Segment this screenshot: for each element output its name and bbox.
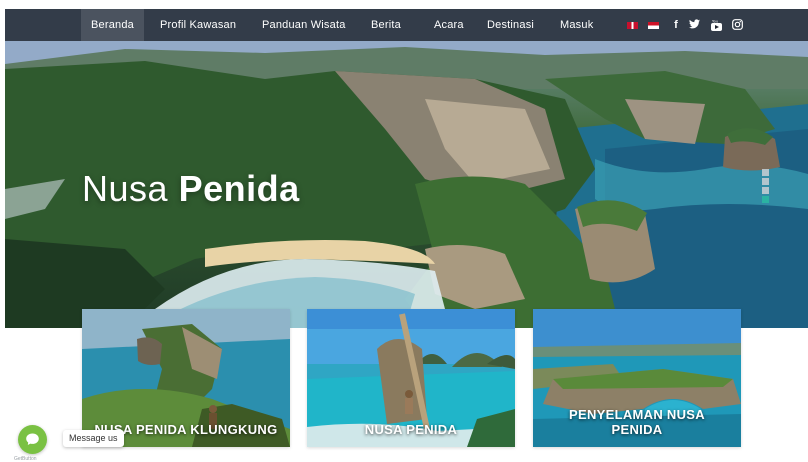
nav-item-berita[interactable]: Berita [361, 9, 411, 41]
instagram-icon[interactable] [731, 19, 743, 31]
getbutton-brand[interactable]: GetButton [14, 456, 37, 462]
main-navbar: Beranda Profil Kawasan Panduan Wisata Be… [5, 9, 808, 41]
twitter-icon[interactable] [688, 19, 700, 31]
svg-text:You: You [712, 20, 718, 24]
nav-item-acara[interactable]: Acara [424, 9, 474, 41]
slider-dots [762, 169, 770, 205]
chat-button[interactable] [18, 425, 47, 454]
hero-title-light: Nusa [82, 168, 169, 209]
card-title: NUSA PENIDA [364, 422, 458, 437]
slider-dot[interactable] [762, 178, 769, 185]
card-title: PENYELAMAN NUSA PENIDA [569, 407, 705, 437]
slider-dot-active[interactable] [762, 196, 769, 203]
nav-item-panduan-wisata[interactable]: Panduan Wisata [252, 9, 356, 41]
facebook-icon[interactable]: f [672, 19, 680, 31]
uk-flag-icon[interactable] [627, 22, 638, 29]
chat-label[interactable]: Message us [63, 430, 124, 447]
slider-dot[interactable] [762, 169, 769, 176]
youtube-icon[interactable]: You [710, 19, 722, 31]
nav-item-beranda[interactable]: Beranda [81, 9, 144, 41]
card-penyelaman-nusa-penida[interactable]: PENYELAMAN NUSA PENIDA [533, 309, 741, 447]
card-nusa-penida-klungkung[interactable]: NUSA PENIDA KLUNGKUNG [82, 309, 290, 447]
nav-item-destinasi[interactable]: Destinasi [477, 9, 544, 41]
chat-bubble-icon [26, 433, 39, 445]
indonesia-flag-icon[interactable] [648, 22, 659, 29]
hero-title: Nusa Penida [82, 168, 300, 210]
slider-dot[interactable] [762, 187, 769, 194]
nav-item-profil-kawasan[interactable]: Profil Kawasan [150, 9, 246, 41]
nav-item-masuk[interactable]: Masuk [550, 9, 603, 41]
card-nusa-penida[interactable]: NUSA PENIDA [307, 309, 515, 447]
hero-title-bold: Penida [178, 168, 300, 209]
